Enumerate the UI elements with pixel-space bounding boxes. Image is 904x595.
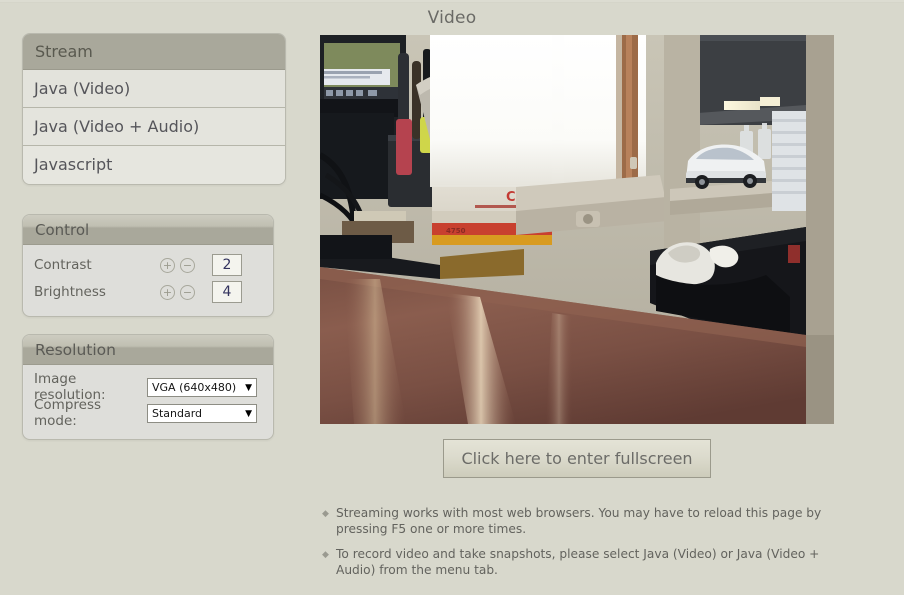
svg-text:4750: 4750 [446, 227, 466, 235]
contrast-decrease-icon[interactable]: − [180, 257, 195, 273]
image-resolution-selected-value: VGA (640x480) [152, 380, 237, 394]
brightness-label: Brightness [34, 284, 106, 300]
contrast-value-field[interactable]: 2 [212, 254, 242, 276]
compress-mode-selected-value: Standard [152, 406, 203, 420]
brightness-stepper: + − [160, 284, 200, 300]
brightness-increase-icon[interactable]: + [160, 284, 175, 300]
resolution-panel-body: Image resolution: VGA (640x480) ▼ Compre… [23, 365, 273, 439]
stream-menu-header: Stream [23, 34, 285, 70]
video-stream-view[interactable]: CCTV 4750 [320, 35, 834, 424]
chevron-down-icon: ▼ [245, 382, 252, 393]
note-text: Streaming works with most web browsers. … [336, 506, 822, 536]
stream-item-java-video[interactable]: Java (Video) [23, 70, 285, 108]
stream-item-javascript[interactable]: Javascript [23, 146, 285, 184]
stream-menu-panel: Stream Java (Video) Java (Video + Audio)… [22, 33, 286, 185]
image-resolution-row: Image resolution: VGA (640x480) ▼ [23, 371, 273, 403]
page-top-hairline [0, 0, 904, 3]
control-panel-header: Control [23, 215, 273, 245]
notes-list: ◆ Streaming works with most web browsers… [322, 506, 822, 588]
contrast-stepper: + − [160, 257, 200, 273]
compress-mode-label: Compress mode: [34, 397, 102, 429]
compress-mode-row: Compress mode: Standard ▼ [23, 397, 273, 429]
enter-fullscreen-button[interactable]: Click here to enter fullscreen [443, 439, 711, 478]
list-item: ◆ To record video and take snapshots, pl… [322, 547, 822, 578]
chevron-down-icon: ▼ [245, 408, 252, 419]
page-title: Video [427, 8, 477, 28]
brightness-value-field[interactable]: 4 [212, 281, 242, 303]
image-resolution-select[interactable]: VGA (640x480) ▼ [147, 377, 257, 397]
control-panel: Control Contrast + − 2 Brightness + − 4 [22, 214, 274, 317]
list-item: ◆ Streaming works with most web browsers… [322, 506, 822, 537]
brightness-row: Brightness + − 4 [23, 279, 273, 305]
video-stream-image: CCTV 4750 [320, 35, 834, 424]
contrast-label: Contrast [34, 257, 92, 273]
compress-mode-select[interactable]: Standard ▼ [147, 403, 257, 423]
control-panel-body: Contrast + − 2 Brightness + − 4 [23, 245, 273, 316]
bullet-icon: ◆ [322, 509, 329, 519]
note-text: To record video and take snapshots, plea… [336, 547, 820, 577]
contrast-row: Contrast + − 2 [23, 252, 273, 278]
contrast-increase-icon[interactable]: + [160, 257, 175, 273]
resolution-panel: Resolution Image resolution: VGA (640x48… [22, 334, 274, 440]
bullet-icon: ◆ [322, 550, 329, 560]
stream-item-java-video-audio[interactable]: Java (Video + Audio) [23, 108, 285, 146]
resolution-panel-header: Resolution [23, 335, 273, 365]
brightness-decrease-icon[interactable]: − [180, 284, 195, 300]
